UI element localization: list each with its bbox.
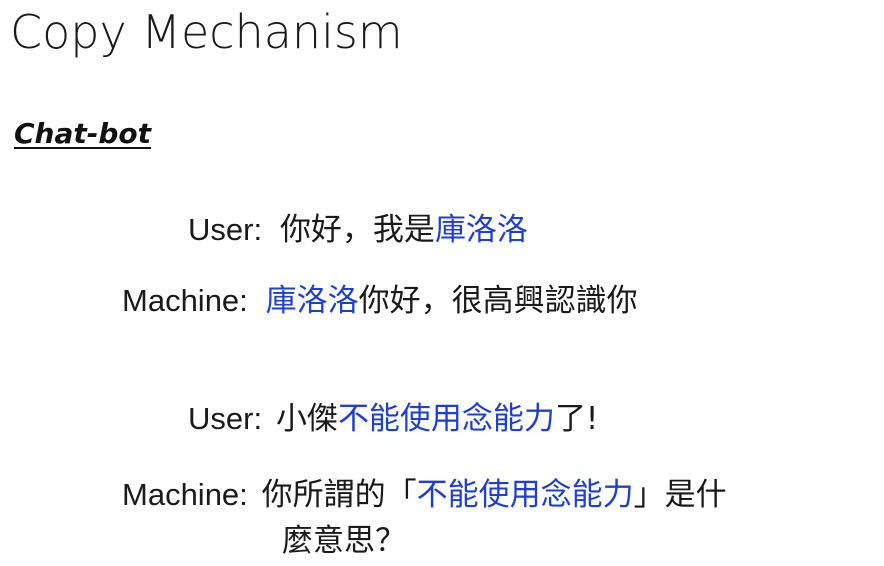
dialog-text-plain: 了! bbox=[554, 401, 599, 437]
dialog-text-plain: 麼意思？ bbox=[282, 523, 406, 559]
copied-phrase: 不能使用念能力 bbox=[416, 477, 634, 513]
dialog-text-plain: 小傑 bbox=[275, 401, 338, 437]
speaker-label-machine: Machine: bbox=[122, 283, 248, 318]
speaker-label-machine: Machine: bbox=[122, 477, 248, 512]
copied-entity-name: 庫洛洛 bbox=[265, 283, 359, 319]
dialog-line-4: Machine: 你所謂的「不能使用念能力」是什 bbox=[122, 472, 727, 518]
dialog-line-4-continuation: 麼意思？ bbox=[282, 518, 406, 564]
slide-title: Copy Mechanism bbox=[10, 5, 403, 59]
speaker-label-user: User: bbox=[188, 212, 263, 247]
dialog-line-3: User: 小傑不能使用念能力了! bbox=[188, 396, 598, 442]
dialog-text-plain: 你所謂的「 bbox=[261, 477, 417, 513]
speaker-label-user: User: bbox=[188, 401, 263, 436]
dialog-line-1: User: 你好，我是庫洛洛 bbox=[188, 207, 528, 253]
copied-entity-name: 庫洛洛 bbox=[434, 212, 528, 248]
copied-phrase: 不能使用念能力 bbox=[337, 401, 555, 437]
dialog-text-plain: 你好，我是 bbox=[279, 212, 435, 248]
section-subtitle: Chat-bot bbox=[14, 117, 152, 150]
dialog-text-plain: 」是什 bbox=[633, 477, 727, 513]
slide: Copy Mechanism Chat-bot User: 你好，我是庫洛洛 M… bbox=[0, 0, 884, 566]
dialog-text-plain: 你好，很高興認識你 bbox=[358, 283, 638, 319]
dialog-line-2: Machine: 庫洛洛你好，很高興認識你 bbox=[122, 278, 638, 324]
